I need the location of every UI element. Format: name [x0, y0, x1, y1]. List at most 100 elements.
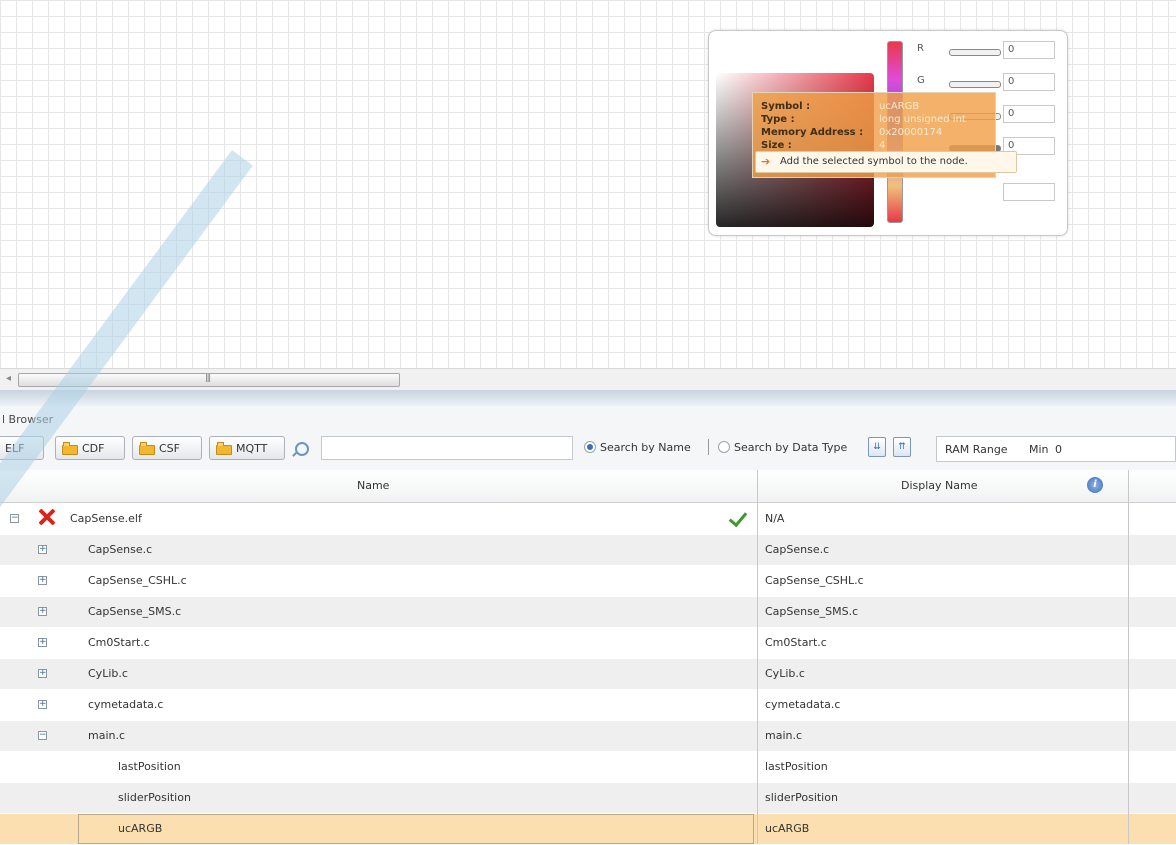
g-value-field[interactable]: 0 [1003, 73, 1055, 91]
row-display-name[interactable]: main.c [765, 729, 802, 742]
row-display-name[interactable]: cymetadata.c [765, 698, 840, 711]
tree-row-selected[interactable]: ucARGB ucARGB [0, 814, 1176, 845]
mqtt-button[interactable]: MQTT [209, 436, 285, 460]
scroll-thumb[interactable]: ||| [18, 373, 400, 387]
column-divider[interactable] [757, 470, 758, 844]
b-value-field[interactable]: 0 [1003, 105, 1055, 123]
row-name: CapSense.c [88, 543, 153, 556]
r-slider[interactable] [949, 49, 1001, 56]
collapse-all-button[interactable]: ⇊ [868, 437, 886, 457]
tree-row[interactable]: lastPosition lastPosition [0, 752, 1176, 783]
tree-row[interactable]: − main.c main.c [0, 721, 1176, 752]
tree-row[interactable]: − CapSense.elf N/A [0, 504, 1176, 535]
expand-icon[interactable]: + [38, 545, 47, 554]
row-display-name[interactable]: N/A [765, 512, 784, 525]
type-value: long unsigned int [879, 114, 966, 125]
address-key: Memory Address : [761, 127, 864, 138]
g-slider[interactable] [949, 81, 1001, 88]
row-name: cymetadata.c [88, 698, 164, 711]
size-value: 4 [879, 140, 886, 151]
mqtt-label: MQTT [236, 441, 268, 455]
ram-range-label: RAM Range [945, 443, 1008, 456]
g-channel-label: G [917, 75, 925, 86]
elf-label: ELF [5, 441, 25, 455]
hex-value-field[interactable] [1003, 183, 1055, 201]
elf-button[interactable]: ELF [0, 436, 44, 460]
row-name: CapSense_SMS.c [88, 605, 182, 618]
selection-outline [78, 814, 754, 844]
row-name: Cm0Start.c [88, 636, 150, 649]
row-name: lastPosition [118, 760, 181, 773]
folder-icon [139, 441, 155, 455]
search-by-type-label: Search by Data Type [734, 441, 848, 454]
toolbar-separator [708, 439, 709, 455]
grip-icon: ||| [205, 373, 211, 382]
info-icon[interactable]: i [1087, 477, 1103, 493]
search-input[interactable] [321, 436, 573, 460]
row-name: CapSense.elf [70, 512, 142, 525]
add-symbol-label: Add the selected symbol to the node. [780, 156, 968, 167]
row-name: sliderPosition [118, 791, 191, 804]
row-display-name[interactable]: CyLib.c [765, 667, 805, 680]
add-symbol-action[interactable]: ➔ Add the selected symbol to the node. [755, 151, 1017, 173]
row-display-name[interactable]: lastPosition [765, 760, 828, 773]
search-by-type-radio[interactable] [718, 441, 730, 453]
column-header-display-name[interactable]: Display Name [901, 479, 978, 492]
ram-range-group[interactable]: RAM Range Min 0 [936, 436, 1176, 462]
expand-icon[interactable]: + [38, 669, 47, 678]
expand-all-button[interactable]: ⇈ [893, 437, 911, 457]
symbol-browser-toolbar: ELF CDF CSF MQTT Search by Name Search b… [0, 430, 1176, 471]
folder-icon [216, 441, 232, 455]
row-display-name[interactable]: Cm0Start.c [765, 636, 827, 649]
row-display-name[interactable]: sliderPosition [765, 791, 838, 804]
row-display-name[interactable]: CapSense_CSHL.c [765, 574, 864, 587]
expand-icon[interactable]: + [38, 700, 47, 709]
row-display-name[interactable]: CapSense_SMS.c [765, 605, 858, 618]
ram-min-input[interactable]: 0 [1055, 443, 1062, 456]
search-by-name-radio[interactable] [584, 441, 596, 453]
row-name: CyLib.c [88, 667, 128, 680]
arrow-right-icon: ➔ [761, 155, 771, 168]
folder-icon [62, 441, 78, 455]
collapse-icon[interactable]: − [38, 731, 47, 740]
check-icon [728, 507, 748, 528]
type-key: Type : [761, 114, 795, 125]
cdf-label: CDF [82, 441, 105, 455]
row-name: ucARGB [118, 822, 163, 835]
r-channel-label: R [917, 43, 924, 54]
tree-row[interactable]: + Cm0Start.c Cm0Start.c [0, 628, 1176, 659]
cdf-button[interactable]: CDF [55, 436, 125, 460]
tree-row[interactable]: + CyLib.c CyLib.c [0, 659, 1176, 690]
expand-icon[interactable]: + [38, 638, 47, 647]
size-key: Size : [761, 140, 792, 151]
scroll-left-icon[interactable]: ◂ [6, 373, 11, 384]
address-value: 0x20000174 [879, 127, 943, 138]
ram-min-label: Min [1029, 443, 1049, 456]
search-by-name-label: Search by Name [600, 441, 691, 454]
symbol-tooltip: Symbol : ucARGB Type : long unsigned int… [752, 92, 1017, 178]
tree-row[interactable]: + CapSense.c CapSense.c [0, 535, 1176, 566]
tree-row[interactable]: + CapSense_CSHL.c CapSense_CSHL.c [0, 566, 1176, 597]
grid-header: Name Display Name i [0, 470, 1176, 503]
expand-icon[interactable]: + [38, 576, 47, 585]
csf-button[interactable]: CSF [132, 436, 202, 460]
search-icon[interactable] [295, 442, 309, 456]
panel-title-bar: l Browser [0, 406, 1176, 430]
csf-label: CSF [159, 441, 180, 455]
panel-splitter[interactable] [0, 390, 1176, 407]
row-name: CapSense_CSHL.c [88, 574, 187, 587]
tree-row[interactable]: + cymetadata.c cymetadata.c [0, 690, 1176, 721]
expand-icon[interactable]: + [38, 607, 47, 616]
canvas-horizontal-scrollbar[interactable]: ◂ ||| [0, 368, 1176, 391]
symbol-key: Symbol : [761, 101, 811, 112]
error-x-icon [38, 508, 56, 526]
row-display-name[interactable]: ucARGB [765, 822, 809, 835]
row-display-name[interactable]: CapSense.c [765, 543, 829, 556]
column-header-name[interactable]: Name [357, 479, 389, 492]
r-value-field[interactable]: 0 [1003, 41, 1055, 59]
panel-title: l Browser [2, 413, 54, 426]
column-divider[interactable] [1128, 470, 1129, 844]
collapse-icon[interactable]: − [10, 514, 19, 523]
tree-row[interactable]: + CapSense_SMS.c CapSense_SMS.c [0, 597, 1176, 628]
tree-row[interactable]: sliderPosition sliderPosition [0, 783, 1176, 814]
